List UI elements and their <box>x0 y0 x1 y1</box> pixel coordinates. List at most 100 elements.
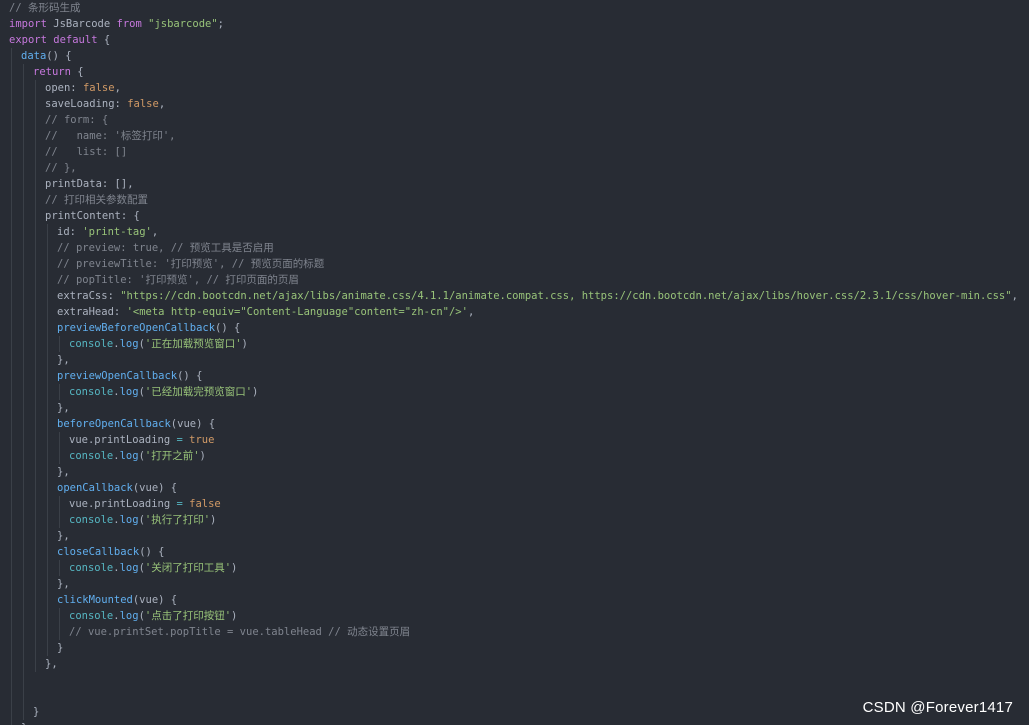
indent-guide <box>23 592 24 608</box>
indent-guide <box>35 96 36 112</box>
code-token: 'print-tag' <box>82 226 152 238</box>
indent-guide <box>23 464 24 480</box>
indent-guide <box>47 304 48 320</box>
indent-guide <box>11 688 12 704</box>
code-token: , <box>151 226 159 238</box>
code-token: ) <box>199 450 206 462</box>
code-token: // form: { <box>45 114 109 126</box>
code-token: log <box>119 514 139 526</box>
code-line: previewOpenCallback() { <box>9 368 1018 384</box>
code-token: : <box>70 82 83 94</box>
code-token: () { <box>215 322 241 334</box>
code-line-content: printContent: { <box>9 210 140 222</box>
indent-guide <box>35 640 36 656</box>
indent-guide <box>11 624 12 640</box>
indent-guide <box>59 608 60 624</box>
code-token: false <box>189 498 221 510</box>
code-token: data <box>21 50 47 62</box>
code-token: log <box>119 386 139 398</box>
code-token: // previewTitle: '打印预览', // 预览页面的标题 <box>57 258 325 270</box>
code-line-content: // }, <box>9 162 77 174</box>
indent-guide <box>11 320 12 336</box>
code-line-content <box>9 690 33 702</box>
indent-guide <box>23 528 24 544</box>
code-line: console.log('打开之前') <box>9 448 1018 464</box>
indent-guide <box>47 288 48 304</box>
indent-guide <box>11 400 12 416</box>
indent-guide <box>11 496 12 512</box>
indent-guide <box>35 480 36 496</box>
code-line: console.log('正在加载预览窗口') <box>9 336 1018 352</box>
indent-guide <box>23 160 24 176</box>
code-line: // }, <box>9 160 1018 176</box>
indent-guide <box>47 400 48 416</box>
code-token: () { <box>177 370 203 382</box>
indent-guide <box>11 240 12 256</box>
code-line: printData: [], <box>9 176 1018 192</box>
code-line-content: id: 'print-tag', <box>9 226 158 238</box>
code-line-content: saveLoading: false, <box>9 98 165 110</box>
indent-guide <box>11 560 12 576</box>
code-token: '正在加载预览窗口' <box>144 338 242 350</box>
indent-guide <box>47 464 48 480</box>
code-token: log <box>119 610 139 622</box>
indent-guide <box>47 640 48 656</box>
code-token: , <box>467 306 475 318</box>
code-token: }, <box>57 530 70 542</box>
indent-guide <box>59 624 60 640</box>
code-lines: // 条形码生成 import JsBarcode from "jsbarcode… <box>9 0 1018 725</box>
code-line: }, <box>9 528 1018 544</box>
code-line-content: }, <box>9 658 58 670</box>
code-line-content: beforeOpenCallback(vue) { <box>9 418 215 430</box>
code-editor[interactable]: // 条形码生成 import JsBarcode from "jsbarcode… <box>0 0 1029 725</box>
code-line: // 条形码生成 <box>9 0 1018 16</box>
indent-guide <box>35 160 36 176</box>
indent-guide <box>11 432 12 448</box>
indent-guide <box>35 448 36 464</box>
code-token: '已经加载完预览窗口' <box>144 386 253 398</box>
code-line-content: // 条形码生成 <box>9 2 80 14</box>
code-token: ) <box>231 562 238 574</box>
indent-guide <box>11 112 12 128</box>
indent-guide <box>35 304 36 320</box>
indent-guide <box>23 544 24 560</box>
indent-guide <box>35 192 36 208</box>
indent-guide <box>11 592 12 608</box>
code-token: previewOpenCallback <box>57 370 178 382</box>
indent-guide <box>35 336 36 352</box>
indent-guide <box>47 592 48 608</box>
indent-guide <box>35 496 36 512</box>
code-token: id <box>57 226 70 238</box>
indent-guide <box>35 624 36 640</box>
code-token: previewBeforeOpenCallback <box>57 322 216 334</box>
indent-guide <box>35 144 36 160</box>
indent-guide <box>23 112 24 128</box>
code-token: console <box>69 386 114 398</box>
indent-guide <box>11 368 12 384</box>
code-token: false <box>82 82 115 94</box>
indent-guide <box>47 432 48 448</box>
indent-guide <box>35 128 36 144</box>
code-line-content: return { <box>9 66 84 78</box>
code-token: '执行了打印' <box>144 514 211 526</box>
code-line: }, <box>9 464 1018 480</box>
indent-guide <box>11 336 12 352</box>
indent-guide <box>23 64 24 80</box>
code-line-content: }, <box>9 354 70 366</box>
indent-guide <box>11 544 12 560</box>
code-token: }, <box>57 578 70 590</box>
code-token: // name: '标签打印', <box>45 130 176 142</box>
indent-guide <box>35 464 36 480</box>
indent-guide <box>11 480 12 496</box>
code-token: openCallback <box>57 482 133 494</box>
code-line: printContent: { <box>9 208 1018 224</box>
indent-guide <box>11 672 12 688</box>
code-token: true <box>189 434 215 446</box>
code-line: // previewTitle: '打印预览', // 预览页面的标题 <box>9 256 1018 272</box>
indent-guide <box>47 624 48 640</box>
code-line-content: }, <box>9 466 70 478</box>
code-token: : <box>113 306 127 318</box>
code-token: vue <box>69 434 88 446</box>
indent-guide <box>35 384 36 400</box>
code-line: data() { <box>9 48 1018 64</box>
